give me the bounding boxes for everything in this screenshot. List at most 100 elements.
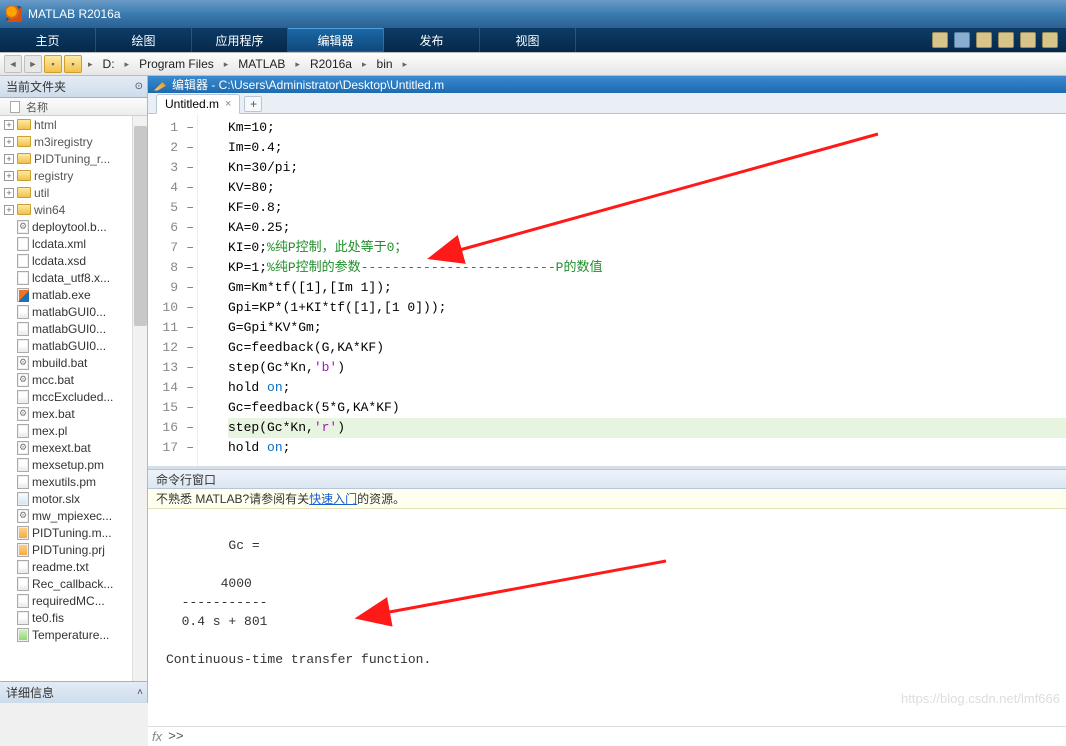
- code-line[interactable]: Im=0.4;: [228, 138, 1066, 158]
- save-icon[interactable]: [954, 32, 970, 48]
- nav-back-button[interactable]: ◄: [4, 55, 22, 73]
- file-row[interactable]: deploytool.b...: [0, 218, 147, 235]
- file-row[interactable]: mexsetup.pm: [0, 456, 147, 473]
- gutter-line: 2–: [148, 138, 197, 158]
- code-line[interactable]: hold on;: [228, 438, 1066, 458]
- qa-icon-1[interactable]: [932, 32, 948, 48]
- file-icon: [17, 271, 29, 285]
- file-row[interactable]: PIDTuning.prj: [0, 541, 147, 558]
- code-line[interactable]: Gc=feedback(5*G,KA*KF): [228, 398, 1066, 418]
- file-row[interactable]: matlabGUI0...: [0, 303, 147, 320]
- folder-row[interactable]: +PIDTuning_r...: [0, 150, 147, 167]
- nav-fwd-button[interactable]: ►: [24, 55, 42, 73]
- quick-start-link[interactable]: 快速入门: [309, 490, 357, 507]
- scrollbar-thumb[interactable]: [134, 126, 147, 326]
- file-row[interactable]: requiredMC...: [0, 592, 147, 609]
- ribbon-tab-editor[interactable]: 编辑器: [288, 28, 384, 52]
- fx-icon[interactable]: fx: [152, 729, 162, 744]
- file-row[interactable]: lcdata.xml: [0, 235, 147, 252]
- code-line[interactable]: Kn=30/pi;: [228, 158, 1066, 178]
- folder-row[interactable]: +m3iregistry: [0, 133, 147, 150]
- file-row[interactable]: Temperature...: [0, 626, 147, 643]
- breadcrumb-1[interactable]: Program Files: [135, 55, 218, 73]
- file-row[interactable]: PIDTuning.m...: [0, 524, 147, 541]
- code-line[interactable]: KP=1;%纯P控制的参数-------------------------P的…: [228, 258, 1066, 278]
- breadcrumb-3[interactable]: R2016a: [306, 55, 356, 73]
- breadcrumb-0[interactable]: D:: [99, 55, 119, 73]
- folder-icon: [17, 119, 31, 130]
- ribbon-tab-plot[interactable]: 绘图: [96, 28, 192, 52]
- expand-icon[interactable]: +: [4, 188, 14, 198]
- file-row[interactable]: matlab.exe: [0, 286, 147, 303]
- copy-icon[interactable]: [998, 32, 1014, 48]
- folder-row[interactable]: +win64: [0, 201, 147, 218]
- file-row[interactable]: mex.bat: [0, 405, 147, 422]
- file-row[interactable]: lcdata_utf8.x...: [0, 269, 147, 286]
- expand-icon[interactable]: +: [4, 120, 14, 130]
- file-row[interactable]: motor.slx: [0, 490, 147, 507]
- code-line[interactable]: KF=0.8;: [228, 198, 1066, 218]
- qa-icon-6[interactable]: [1042, 32, 1058, 48]
- code-editor[interactable]: 1–2–3–4–5–6–7–8–9–10–11–12–13–14–15–16–1…: [148, 114, 1066, 469]
- editor-file-tab[interactable]: Untitled.m ×: [156, 94, 240, 114]
- file-row[interactable]: mexext.bat: [0, 439, 147, 456]
- file-row[interactable]: mw_mpiexec...: [0, 507, 147, 524]
- code-line[interactable]: G=Gpi*KV*Gm;: [228, 318, 1066, 338]
- code-line[interactable]: step(Gc*Kn,'b'): [228, 358, 1066, 378]
- file-row[interactable]: lcdata.xsd: [0, 252, 147, 269]
- code-text-area[interactable]: Km=10;Im=0.4;Kn=30/pi;KV=80;KF=0.8;KA=0.…: [198, 114, 1066, 466]
- expand-icon[interactable]: +: [4, 154, 14, 164]
- pane-menu-icon[interactable]: ⊙: [135, 81, 143, 92]
- file-row[interactable]: mccExcluded...: [0, 388, 147, 405]
- code-line[interactable]: Gc=feedback(G,KA*KF): [228, 338, 1066, 358]
- folder-row[interactable]: +util: [0, 184, 147, 201]
- breadcrumb-4[interactable]: bin: [373, 55, 397, 73]
- chevron-up-icon[interactable]: ˄: [137, 687, 143, 698]
- file-row[interactable]: mex.pl: [0, 422, 147, 439]
- file-icon: [17, 407, 29, 421]
- code-line[interactable]: Km=10;: [228, 118, 1066, 138]
- nav-up-button[interactable]: ▪: [44, 55, 62, 73]
- editor-window-title: 编辑器 - C:\Users\Administrator\Desktop\Unt…: [172, 76, 444, 93]
- file-name: mexutils.pm: [32, 475, 96, 489]
- file-row[interactable]: matlabGUI0...: [0, 337, 147, 354]
- command-prompt-bar[interactable]: fx >>: [148, 726, 1066, 746]
- code-line[interactable]: KA=0.25;: [228, 218, 1066, 238]
- command-output[interactable]: Gc = 4000 ----------- 0.4 s + 801 Contin…: [148, 509, 1066, 726]
- breadcrumb-2[interactable]: MATLAB: [234, 55, 289, 73]
- file-column-header[interactable]: 名称: [0, 98, 147, 116]
- ribbon-tab-view[interactable]: 视图: [480, 28, 576, 52]
- code-line[interactable]: Gm=Km*tf([1],[Im 1]);: [228, 278, 1066, 298]
- expand-icon[interactable]: +: [4, 171, 14, 181]
- file-row[interactable]: Rec_callback...: [0, 575, 147, 592]
- ribbon-tab-home[interactable]: 主页: [0, 28, 96, 52]
- file-row[interactable]: mcc.bat: [0, 371, 147, 388]
- code-line[interactable]: hold on;: [228, 378, 1066, 398]
- close-tab-icon[interactable]: ×: [225, 98, 231, 110]
- paste-icon[interactable]: [1020, 32, 1036, 48]
- folder-name: html: [34, 118, 57, 132]
- file-row[interactable]: mbuild.bat: [0, 354, 147, 371]
- code-line[interactable]: KI=0;%纯P控制，此处等于0；: [228, 238, 1066, 258]
- folder-row[interactable]: + html: [0, 116, 147, 133]
- file-row[interactable]: readme.txt: [0, 558, 147, 575]
- file-name: mccExcluded...: [32, 390, 113, 404]
- file-row[interactable]: te0.fis: [0, 609, 147, 626]
- file-row[interactable]: matlabGUI0...: [0, 320, 147, 337]
- file-row[interactable]: mexutils.pm: [0, 473, 147, 490]
- expand-icon[interactable]: +: [4, 137, 14, 147]
- code-line[interactable]: Gpi=KP*(1+KI*tf([1],[1 0]));: [228, 298, 1066, 318]
- nav-recent-button[interactable]: ▪: [64, 55, 82, 73]
- new-tab-button[interactable]: +: [244, 96, 262, 112]
- cut-icon[interactable]: [976, 32, 992, 48]
- ribbon-tab-publish[interactable]: 发布: [384, 28, 480, 52]
- file-name: Temperature...: [32, 628, 109, 642]
- folder-icon: [17, 136, 31, 147]
- file-name: mexext.bat: [32, 441, 91, 455]
- scrollbar-track[interactable]: [132, 116, 147, 681]
- expand-icon[interactable]: +: [4, 205, 14, 215]
- ribbon-tab-apps[interactable]: 应用程序: [192, 28, 288, 52]
- code-line[interactable]: KV=80;: [228, 178, 1066, 198]
- code-line[interactable]: step(Gc*Kn,'r'): [228, 418, 1066, 438]
- folder-row[interactable]: +registry: [0, 167, 147, 184]
